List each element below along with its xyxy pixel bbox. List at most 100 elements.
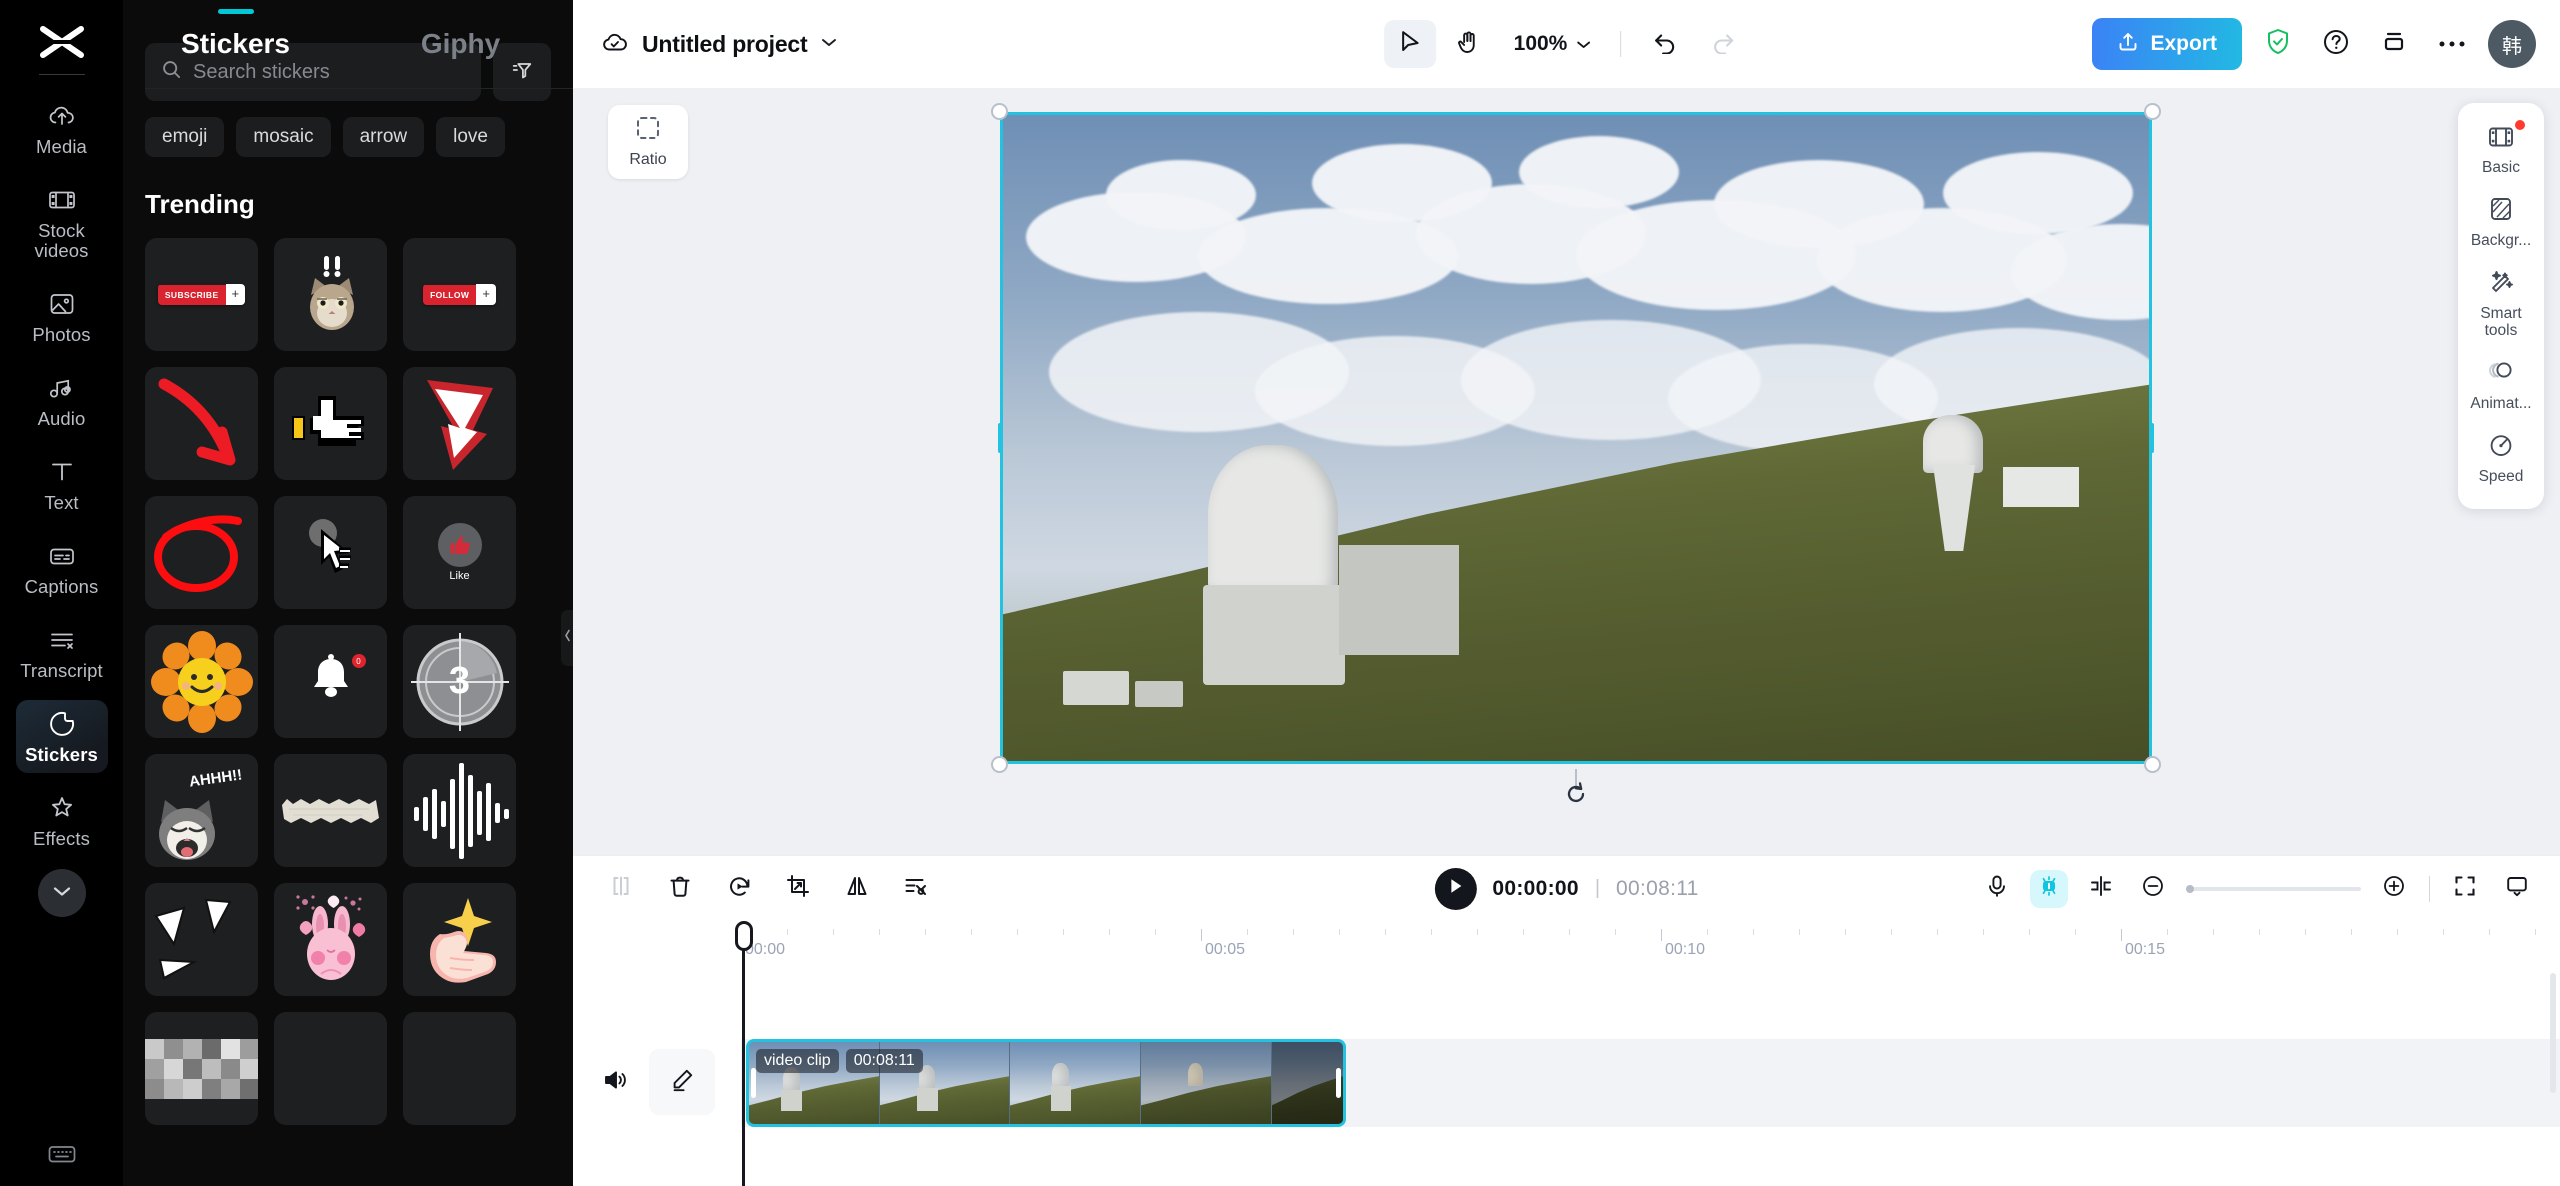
clip-trim-handle-right[interactable] — [1336, 1068, 1341, 1098]
export-button[interactable]: Export — [2092, 18, 2242, 70]
playhead-handle[interactable] — [735, 921, 753, 951]
sticker-red-circle[interactable] — [145, 496, 258, 609]
timeline-vertical-scrollbar[interactable] — [2550, 973, 2556, 1093]
shield-button[interactable] — [2256, 22, 2300, 66]
chip-arrow[interactable]: arrow — [343, 117, 425, 157]
user-avatar[interactable]: 韩 — [2488, 20, 2536, 68]
sticker-countdown-three[interactable]: 3 — [403, 625, 516, 738]
undo-button[interactable] — [1639, 20, 1691, 68]
sidebar-item-photos[interactable]: Photos — [16, 280, 108, 353]
sticker-sparkle-thumb[interactable] — [403, 883, 516, 996]
rp-item-background[interactable]: Backgr... — [2462, 188, 2540, 257]
chip-mosaic[interactable]: mosaic — [236, 117, 330, 157]
mirror-button[interactable] — [837, 869, 877, 909]
sticker-bell[interactable]: 0 — [274, 625, 387, 738]
video-selection-wrapper[interactable] — [1000, 112, 2152, 764]
project-title-group[interactable]: Untitled project — [601, 30, 838, 59]
play-button[interactable] — [1434, 868, 1476, 910]
cursor-arrow-icon — [1398, 29, 1422, 60]
sticker-blank-a[interactable] — [274, 1012, 387, 1125]
video-track[interactable]: video clip 00:08:11 — [741, 1039, 2560, 1127]
replay-button[interactable] — [719, 869, 759, 909]
sticker-red-down-arrow[interactable] — [403, 367, 516, 480]
chevron-down-icon[interactable] — [820, 35, 838, 53]
sidebar-item-captions[interactable]: Captions — [16, 532, 108, 605]
more-options-button[interactable] — [2430, 22, 2474, 66]
sticker-click-cursor[interactable] — [274, 496, 387, 609]
hand-tool-button[interactable] — [1442, 20, 1494, 68]
split-marker-button[interactable] — [2082, 870, 2120, 908]
sticker-like[interactable]: Like — [403, 496, 516, 609]
rotate-handle[interactable] — [1561, 769, 1591, 808]
tab-stickers[interactable]: Stickers — [181, 22, 290, 74]
redo-button[interactable] — [1697, 20, 1749, 68]
zoom-out-button[interactable] — [2134, 870, 2172, 908]
sticker-pink-bunny[interactable] — [274, 883, 387, 996]
timeline-toolbar: 00:00:00 | 00:08:11 — [573, 855, 2560, 921]
fit-to-screen-button[interactable] — [2446, 870, 2484, 908]
crop-button[interactable] — [778, 869, 818, 909]
music-note-icon — [47, 373, 77, 403]
sticker-mosaic[interactable] — [145, 1012, 258, 1125]
playhead[interactable] — [742, 935, 745, 1186]
timeline-ruler[interactable]: 00:00 00:05 00:10 00:15 00:20 — [573, 921, 2560, 967]
sticker-shocked-cat[interactable] — [274, 238, 387, 351]
zoom-level-dropdown[interactable]: 100% — [1500, 32, 1603, 56]
rp-item-speed[interactable]: Speed — [2462, 424, 2540, 493]
tab-giphy[interactable]: Giphy — [421, 22, 500, 74]
sidebar-item-audio[interactable]: Audio — [16, 364, 108, 437]
sticker-follow[interactable]: FOLLOW + — [403, 238, 516, 351]
resize-handle-bottom-left[interactable] — [991, 756, 1008, 773]
sidebar-item-effects[interactable]: Effects — [16, 784, 108, 857]
delete-button[interactable] — [660, 869, 700, 909]
sticker-tape[interactable] — [274, 754, 387, 867]
resize-handle-top-left[interactable] — [991, 103, 1008, 120]
current-time: 00:00:00 — [1492, 877, 1578, 901]
help-button[interactable] — [2314, 22, 2358, 66]
sidebar-item-stickers[interactable]: Stickers — [16, 700, 108, 773]
resize-handle-bottom-right[interactable] — [2144, 756, 2161, 773]
panel-collapse-handle[interactable] — [561, 610, 573, 666]
microphone-button[interactable] — [1978, 870, 2016, 908]
sidebar-item-stock-videos[interactable]: Stock videos — [16, 176, 108, 269]
sticker-white-triangles[interactable] — [145, 883, 258, 996]
ratio-button[interactable]: Ratio — [608, 105, 688, 179]
split-icon — [609, 874, 633, 903]
sidebar-item-text[interactable]: Text — [16, 448, 108, 521]
sidebar-more-button[interactable] — [38, 869, 86, 917]
cut-list-button[interactable] — [896, 869, 936, 909]
timeline[interactable]: 00:00 00:05 00:10 00:15 00:20 — [573, 921, 2560, 1186]
track-mute-button[interactable] — [595, 1062, 635, 1102]
rp-item-smart-tools[interactable]: Smart tools — [2462, 261, 2540, 347]
timeline-zoom-slider[interactable] — [2186, 887, 2361, 891]
sticker-red-curved-arrow[interactable] — [145, 367, 258, 480]
chip-love[interactable]: love — [436, 117, 505, 157]
sticker-pixel-hand[interactable] — [274, 367, 387, 480]
sticker-grid: SUBSCRIBE + — [123, 220, 573, 1125]
sticker-subscribe[interactable]: SUBSCRIBE + — [145, 238, 258, 351]
resize-handle-right[interactable] — [2150, 423, 2154, 453]
chip-emoji[interactable]: emoji — [145, 117, 224, 157]
resize-handle-left[interactable] — [998, 423, 1002, 453]
rp-item-basic[interactable]: Basic — [2462, 117, 2540, 184]
crop-dashed-icon — [635, 115, 661, 146]
sidebar-item-media[interactable]: Media — [16, 92, 108, 165]
sticker-waveform[interactable] — [403, 754, 516, 867]
select-tool-button[interactable] — [1384, 20, 1436, 68]
sidebar-item-transcript[interactable]: Transcript — [16, 616, 108, 689]
timeline-clip-video[interactable]: video clip 00:08:11 — [746, 1039, 1346, 1127]
sticker-blank-b[interactable] — [403, 1012, 516, 1125]
resize-handle-top-right[interactable] — [2144, 103, 2161, 120]
preview-screen-button[interactable] — [2498, 870, 2536, 908]
keyboard-shortcuts-button[interactable] — [47, 1143, 77, 1170]
track-edit-button[interactable] — [649, 1049, 715, 1115]
split-button[interactable] — [601, 869, 641, 909]
rp-item-animation[interactable]: Animat... — [2462, 351, 2540, 420]
layout-button[interactable] — [2372, 22, 2416, 66]
sticker-ahhh-cat[interactable]: AHHH!! — [145, 754, 258, 867]
video-preview[interactable] — [1000, 112, 2152, 764]
capcut-logo-icon[interactable] — [36, 22, 88, 62]
zoom-in-button[interactable] — [2375, 870, 2413, 908]
sticker-flower[interactable] — [145, 625, 258, 738]
magnetic-snap-button[interactable] — [2030, 870, 2068, 908]
